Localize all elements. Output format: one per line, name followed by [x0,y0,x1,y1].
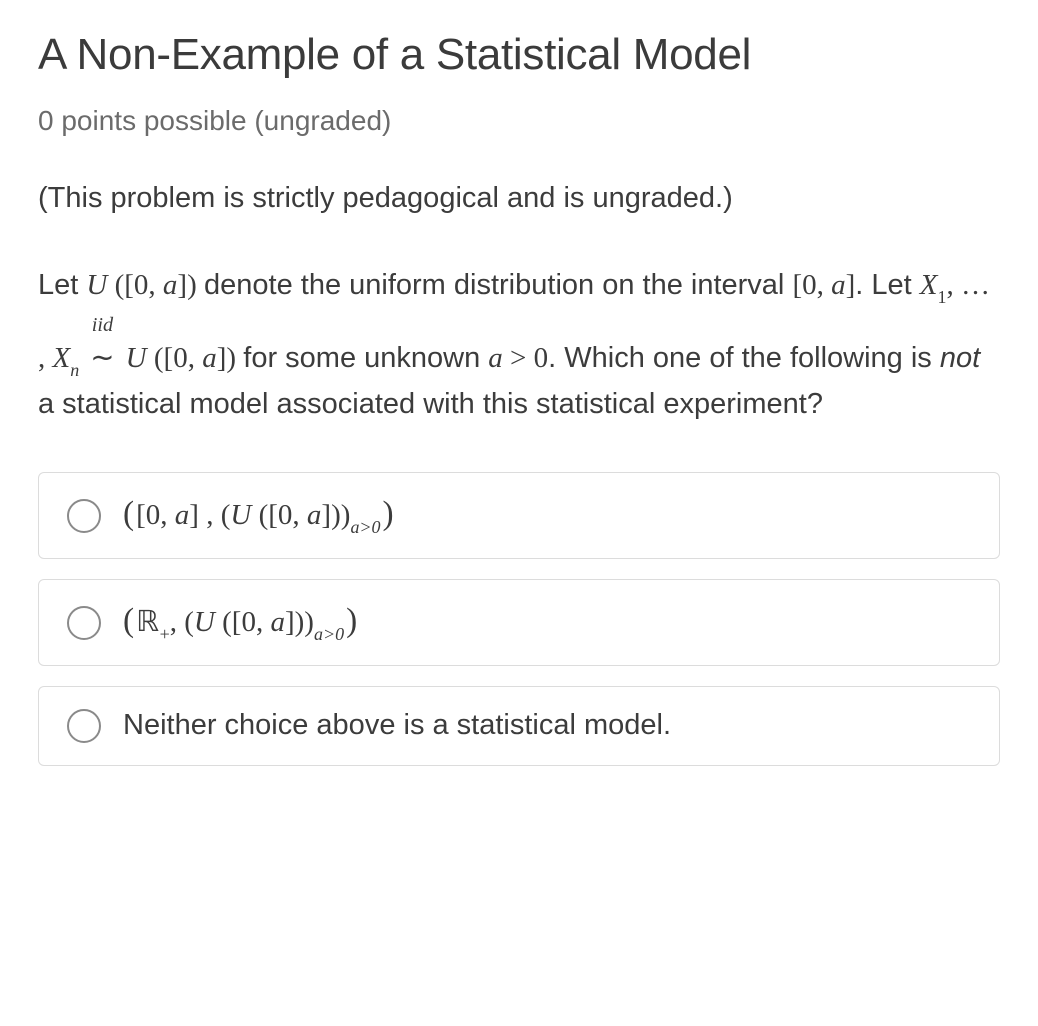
math-space [215,606,222,638]
math-lbracket: [ [268,499,278,531]
answer-option-a[interactable]: ([0, a] , (U ([0, a]))a>0) [38,472,1000,559]
math-comma: , [817,269,832,301]
math-rparen: ) [295,606,305,638]
math-lparen: ( [147,342,164,374]
answer-option-label: (ℝ+, (U ([0, a]))a>0) [123,602,357,643]
problem-note: (This problem is strictly pedagogical an… [38,182,1000,215]
math-sub1: 1 [938,287,947,307]
math-iid: iid [92,310,113,341]
math-sub-a-gt-0: a>0 [314,624,344,644]
math-rparen: ) [383,495,394,532]
math-rparen: ) [346,602,357,639]
math-lbracket: [ [124,269,134,301]
math-rbracket: ] [846,269,856,301]
prompt-text: Let [38,269,86,301]
math-zero: 0 [173,342,188,374]
math-sub-n: n [70,360,79,380]
answer-option-label: Neither choice above is a statistical mo… [123,709,671,742]
math-cal-U: U [126,342,147,374]
answer-options: ([0, a] , (U ([0, a]))a>0) (ℝ+, (U ([0, … [38,472,1000,766]
math-X: X [53,342,71,374]
radio-icon [67,709,101,743]
math-sub-plus: + [160,624,170,644]
math-rbracket: ] [217,342,227,374]
math-comma: , [170,606,185,638]
math-lbracket: [ [136,499,146,531]
math-a: a [163,269,178,301]
math-a: a [488,342,503,374]
math-rbracket: ] [177,269,187,301]
math-rparen: ) [187,269,204,301]
math-lparen: ( [259,499,269,531]
math-a: a [831,269,846,301]
problem-container: A Non-Example of a Statistical Model 0 p… [0,0,1038,1026]
math-rparen: ) [341,499,351,531]
math-rbracket: ] [321,499,331,531]
math-comma: , [199,499,221,531]
answer-option-b[interactable]: (ℝ+, (U ([0, a]))a>0) [38,579,1000,666]
math-a: a [307,499,322,531]
math-zero: 0 [802,269,817,301]
math-comma: , [256,606,271,638]
math-space [251,499,258,531]
math-comma: , [292,499,307,531]
math-comma: , [148,269,163,301]
radio-icon [67,499,101,533]
math-lparen: ( [222,606,232,638]
prompt-text: denote the uniform distribution on the i… [204,269,792,301]
math-rbracket: ] [285,606,295,638]
math-cal-U: U [86,269,107,301]
prompt-not: not [940,342,980,374]
math-comma: , [160,499,175,531]
math-gt0: > 0 [503,342,548,374]
math-a: a [202,342,217,374]
radio-icon [67,606,101,640]
math-lparen: ( [184,606,194,638]
prompt-text: for some unknown [243,342,488,374]
math-iid-tilde: iid∼ [90,310,114,381]
math-a: a [270,606,285,638]
math-rparen: ) [304,606,314,638]
math-zero: 0 [241,606,256,638]
math-zero: 0 [278,499,293,531]
math-lparen: ( [107,269,124,301]
math-lparen: ( [123,495,134,532]
answer-option-c[interactable]: Neither choice above is a statistical mo… [38,686,1000,766]
math-tilde: ∼ [90,342,114,374]
math-cal-U: U [194,606,215,638]
math-zero: 0 [134,269,149,301]
problem-points: 0 points possible (ungraded) [38,105,1000,137]
math-sub-a-gt-0: a>0 [350,517,380,537]
math-lparen: ( [221,499,231,531]
problem-title: A Non-Example of a Statistical Model [38,30,1000,80]
math-blackboard-R: ℝ [136,606,159,638]
math-comma: , [188,342,203,374]
math-lbracket: [ [792,269,802,301]
math-rparen: ) [226,342,243,374]
math-cal-U: U [230,499,251,531]
prompt-text: a statistical model associated with this… [38,388,823,420]
math-X: X [920,269,938,301]
math-zero: 0 [146,499,161,531]
math-rparen: ) [331,499,341,531]
math-lbracket: [ [164,342,174,374]
prompt-text: . Let [855,269,920,301]
prompt-text: . Which one of the following is [548,342,940,374]
math-rbracket: ] [189,499,199,531]
answer-option-label: ([0, a] , (U ([0, a]))a>0) [123,495,394,536]
math-lbracket: [ [232,606,242,638]
math-lparen: ( [123,602,134,639]
math-a: a [175,499,190,531]
problem-prompt: Let U ([0, a]) denote the uniform distri… [38,263,1000,427]
